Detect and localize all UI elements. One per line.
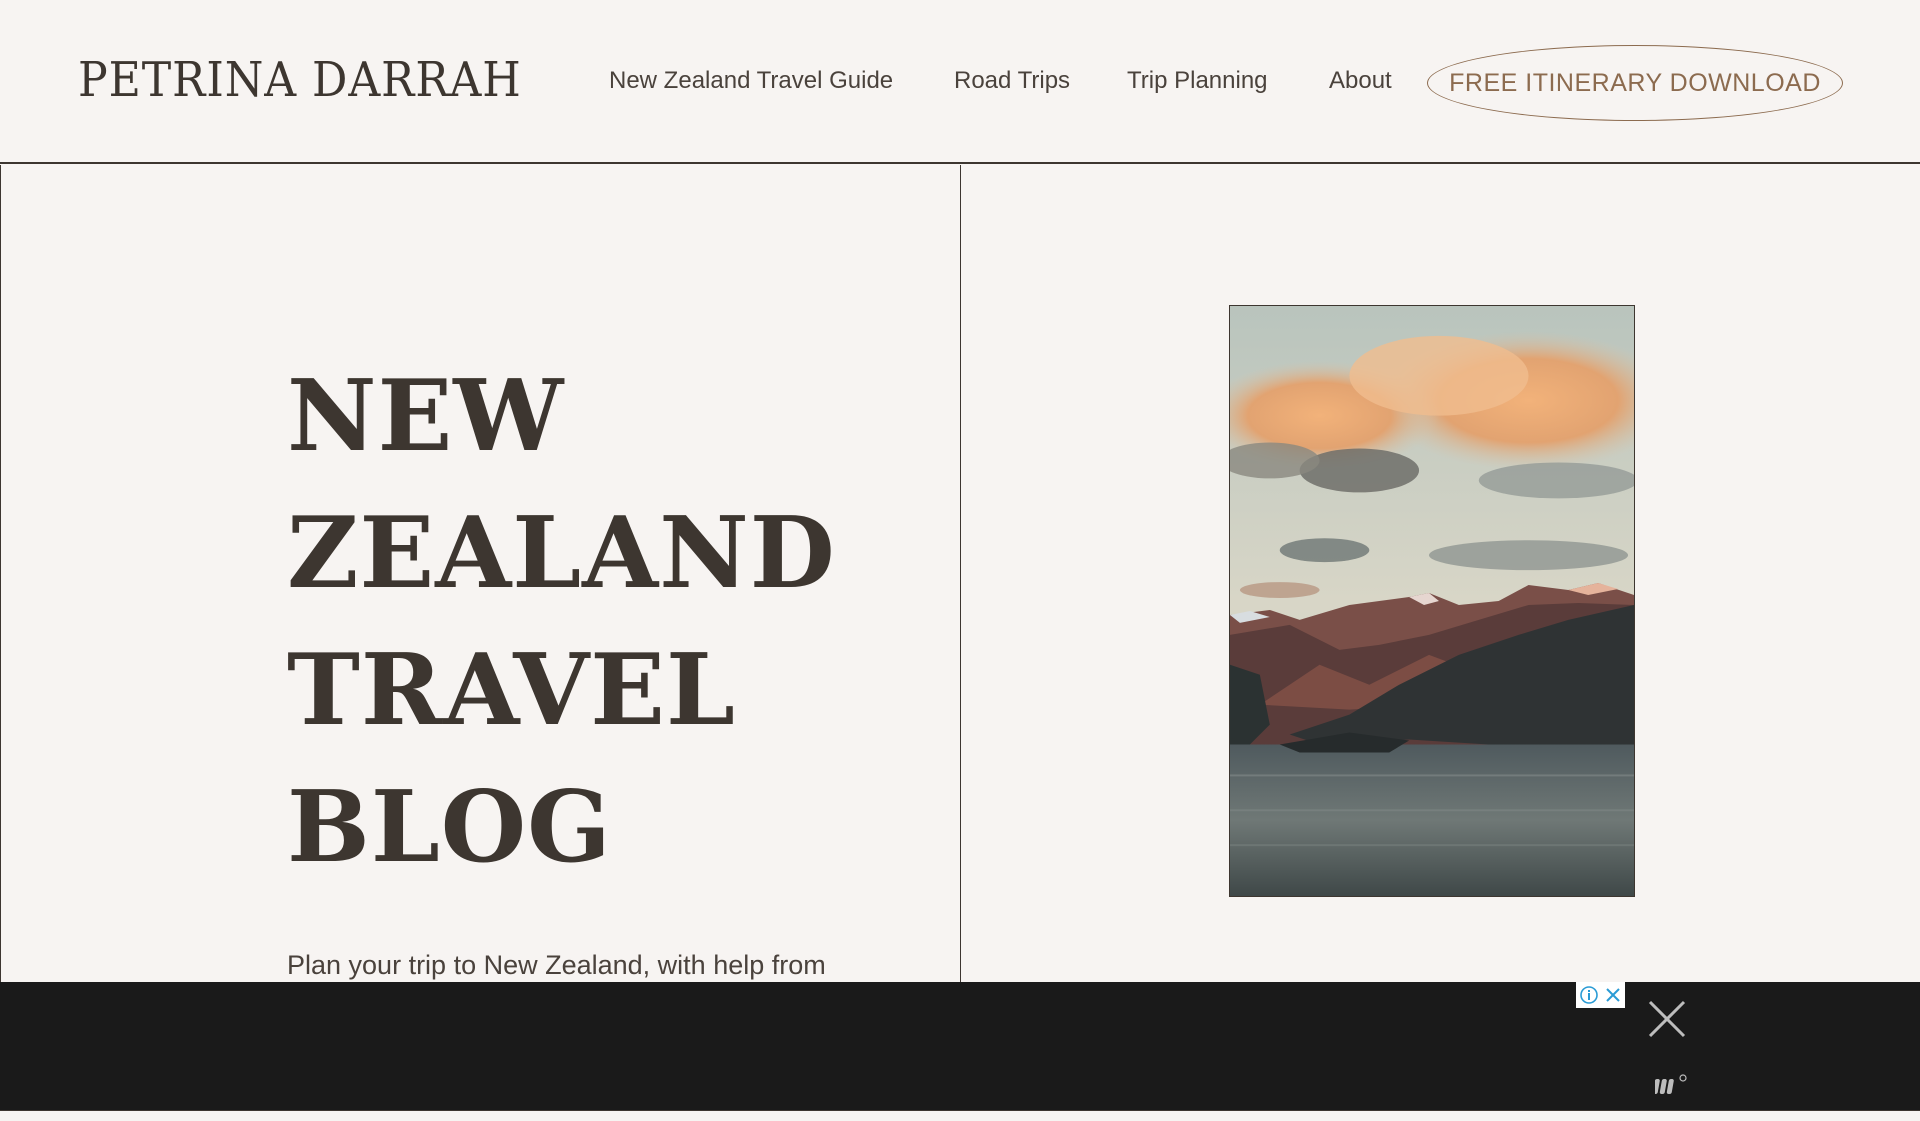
close-icon[interactable] (1604, 986, 1622, 1004)
ad-banner (0, 982, 1920, 1110)
free-itinerary-download-button[interactable]: FREE ITINERARY DOWNLOAD (1427, 45, 1843, 121)
hero-image-panel (961, 165, 1920, 1110)
close-x-icon[interactable] (1646, 998, 1688, 1040)
title-line: BLOG (287, 770, 612, 885)
title-line: NEW (287, 359, 565, 474)
nav-new-zealand-travel-guide[interactable]: New Zealand Travel Guide (609, 67, 893, 95)
info-icon[interactable] (1579, 985, 1599, 1005)
ad-network-logo-icon (1655, 1074, 1687, 1094)
mountain-lake-image (1230, 306, 1634, 896)
nav-about[interactable]: About (1329, 67, 1392, 95)
page-title: NEW ZEALAND TRAVEL BLOG (287, 348, 836, 896)
cta-label: FREE ITINERARY DOWNLOAD (1449, 68, 1821, 97)
ad-choices[interactable] (1576, 982, 1625, 1008)
title-line: ZEALAND (287, 496, 836, 611)
bottom-border (0, 1110, 1920, 1121)
nav-trip-planning[interactable]: Trip Planning (1127, 67, 1268, 95)
title-line: TRAVEL (287, 633, 736, 748)
hero-photo (1229, 305, 1635, 897)
nav-road-trips[interactable]: Road Trips (954, 67, 1070, 95)
site-header: PETRINA DARRAH New Zealand Travel Guide … (0, 0, 1920, 164)
hero-text-panel: NEW ZEALAND TRAVEL BLOG Plan your trip t… (0, 165, 961, 1110)
site-logo[interactable]: PETRINA DARRAH (78, 52, 522, 108)
